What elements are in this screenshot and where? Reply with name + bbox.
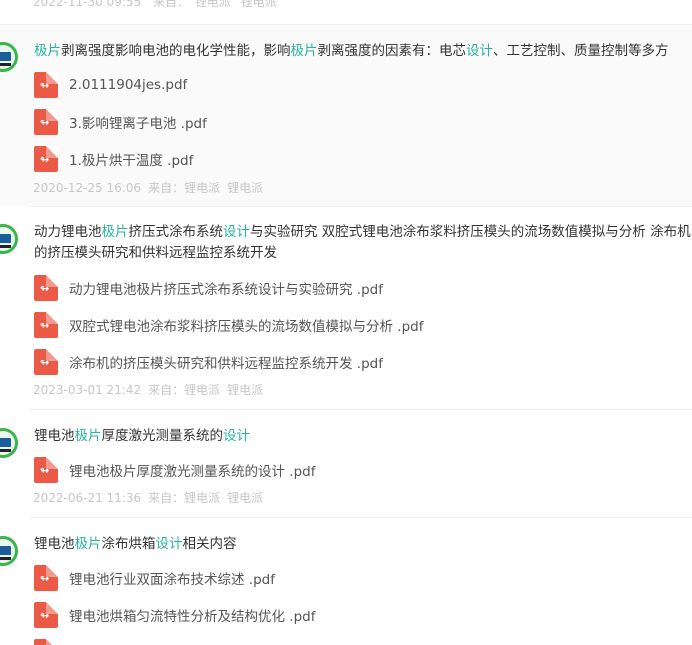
title-part: 极片 (74, 536, 102, 552)
post-source[interactable]: 锂电派 (184, 181, 220, 195)
post-title[interactable]: 动力锂电池极片挤压式涂布系统设计与实验研究 双腔式锂电池涂布浆料挤压模头的流场数… (34, 222, 692, 264)
file-name: 1.极片烘干温度 .pdf (69, 153, 194, 169)
title-part: 设计 (223, 224, 250, 240)
title-part: 设计 (466, 43, 493, 59)
file-attachment[interactable]: ↬ 双腔式锂电池涂布浆料挤压模头的流场数值模拟与分析 .pdf (34, 312, 423, 338)
pdf-file-icon: ↬ (34, 602, 58, 628)
post-source[interactable]: 锂电派 (184, 383, 220, 397)
post-title[interactable]: 锂电池极片涂布烘箱设计相关内容 (34, 534, 692, 555)
file-attachment[interactable]: ↬ 动力锂电池极片挤压式涂布系统设计与实验研究 .pdf (34, 275, 383, 301)
list-item: 动力锂电池极片挤压式涂布系统设计与实验研究 双腔式锂电池涂布浆料挤压模头的流场数… (0, 207, 692, 409)
pdf-file-icon: ↬ (34, 457, 58, 483)
title-part: 极片 (101, 224, 129, 240)
file-name: 双腔式锂电池涂布浆料挤压模头的流场数值模拟与分析 .pdf (69, 319, 424, 335)
user-avatar-icon[interactable] (0, 224, 18, 254)
title-part: 锂电池 (34, 428, 75, 444)
title-part: 锂电池 (34, 536, 75, 552)
user-avatar-icon[interactable] (0, 536, 18, 566)
file-attachment[interactable]: ↬ 锂电池行业双面涂布技术综述 .pdf (34, 565, 275, 591)
file-attachment[interactable]: ↬ 3.影响锂离子电池 .pdf (34, 109, 207, 135)
list-item: 锂电池极片厚度激光测量系统的设计 ↬ 锂电池极片厚度激光测量系统的设计 .pdf… (0, 410, 692, 517)
file-attachment[interactable]: ↬ 1.极片烘干温度 .pdf (34, 146, 193, 172)
post-source[interactable]: 锂电派 (227, 491, 263, 505)
pdf-file-icon: ↬ (34, 565, 58, 591)
pdf-file-icon: ↬ (34, 109, 58, 135)
list-item: 极片剥离强度影响电池的电化学性能，影响极片剥离强度的因素有：电芯设计、工艺控制、… (0, 25, 692, 206)
pdf-file-icon: ↬ (34, 312, 58, 338)
post-source[interactable]: 锂电派 (227, 181, 263, 195)
file-attachment[interactable]: ↬ 2.0111904jes.pdf (34, 72, 187, 98)
title-part: 极片 (74, 428, 102, 444)
pdf-file-icon: ↬ (34, 146, 58, 172)
post-from-label: 来自： (148, 491, 185, 505)
title-part: 挤压式涂布系统 (128, 224, 224, 240)
post-source[interactable]: 锂电派 (195, 0, 231, 9)
file-name: 2.0111904jes.pdf (69, 77, 188, 93)
file-name: 锂电池行业双面涂布技术综述 .pdf (69, 572, 275, 588)
file-name: 锂电池烘箱匀流特性分析及结构优化 .pdf (69, 609, 316, 625)
title-part: 极片 (290, 43, 318, 59)
post-source[interactable]: 锂电派 (184, 491, 220, 505)
post-title[interactable]: 锂电池极片厚度激光测量系统的设计 (34, 426, 692, 447)
title-part: 设计 (223, 428, 250, 444)
post-time: 2023-03-01 21:42 (33, 383, 142, 397)
title-part: 设计 (155, 536, 183, 552)
title-part: 涂布烘箱 (101, 536, 156, 552)
file-name: 动力锂电池极片挤压式涂布系统设计与实验研究 .pdf (69, 282, 383, 298)
pdf-file-icon: ↬ (34, 639, 58, 645)
post-title[interactable]: 极片剥离强度影响电池的电化学性能，影响极片剥离强度的因素有：电芯设计、工艺控制、… (34, 41, 692, 62)
file-attachment[interactable]: ↬ 锂电池极片厚度激光测量系统的设计 .pdf (34, 457, 315, 483)
list-item: 锂电池极片涂布烘箱设计相关内容 ↬ 锂电池行业双面涂布技术综述 .pdf ↬ 锂… (0, 518, 692, 645)
pdf-file-icon: ↬ (34, 349, 58, 375)
title-part: 相关内容 (182, 536, 237, 552)
user-avatar-icon[interactable] (0, 428, 18, 458)
post-time: 2020-12-25 16:06 (33, 181, 142, 195)
title-part: 剥离强度的因素有：电芯 (317, 43, 467, 59)
post-from-label: 来自： (152, 0, 189, 9)
file-name: 锂电池极片厚度激光测量系统的设计 .pdf (69, 464, 316, 480)
file-name: 3.影响锂离子电池 .pdf (69, 116, 207, 132)
title-part: 极片 (34, 43, 61, 59)
title-part: 剥离强度影响电池的电化学性能，影响 (61, 43, 291, 59)
post-time: 2022-06-21 11:36 (33, 491, 142, 505)
file-attachment[interactable]: ↬ 锂电池烘箱匀流特性分析及结构优化 .pdf (34, 602, 315, 628)
post-source[interactable]: 锂电派 (227, 383, 263, 397)
post-time: 2022-11-30 09:55 (33, 0, 142, 9)
post-meta: 2020-12-25 16:06 来自：锂电派 锂电派 (33, 179, 270, 196)
file-name: 涂布机的挤压模头研究和供料远程监控系统开发 .pdf (69, 356, 383, 372)
post-meta-top: 2022-11-30 09:55 来自： 锂电派 锂电派 (33, 0, 277, 10)
post-meta: 2023-03-01 21:42 来自：锂电派 锂电派 (33, 381, 270, 398)
pdf-file-icon: ↬ (34, 72, 58, 98)
post-from-label: 来自： (148, 383, 185, 397)
post-from-label: 来自： (148, 181, 185, 195)
post-meta: 2022-06-21 11:36 来自：锂电派 锂电派 (33, 489, 270, 506)
file-attachment[interactable]: ↬ (34, 639, 69, 645)
title-part: 厚度激光测量系统的 (101, 428, 224, 444)
title-part: 、工艺控制、质量控制等多方 (493, 43, 669, 59)
pdf-file-icon: ↬ (34, 275, 58, 301)
post-source[interactable]: 锂电派 (241, 0, 277, 9)
title-part: 动力锂电池 (34, 224, 102, 240)
file-attachment[interactable]: ↬ 涂布机的挤压模头研究和供料远程监控系统开发 .pdf (34, 349, 383, 375)
